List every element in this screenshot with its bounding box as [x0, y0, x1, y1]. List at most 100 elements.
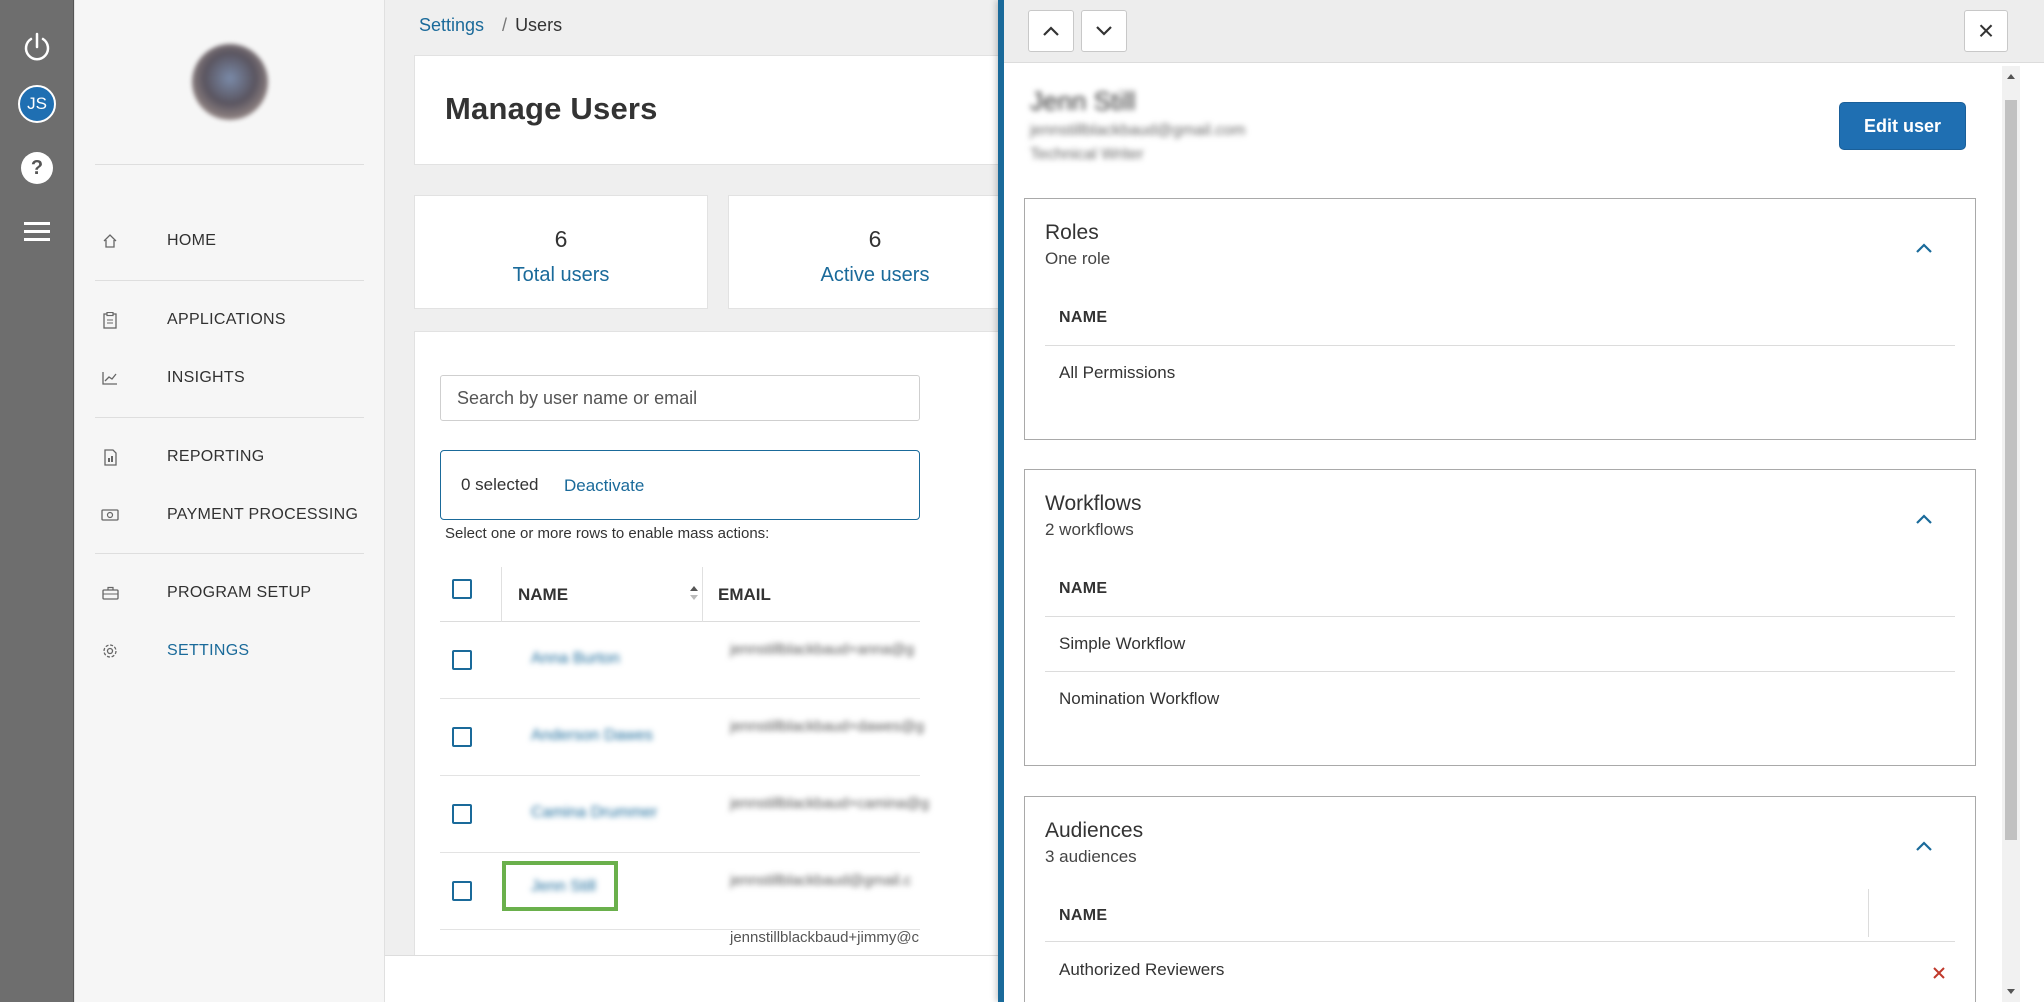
roles-section: Roles One role NAME All Permissions: [1024, 198, 1976, 440]
nav-item-reporting[interactable]: REPORTING: [95, 437, 364, 477]
stat-active-users: 6 Active users: [728, 195, 1022, 309]
scrollbar-thumb[interactable]: [2005, 100, 2017, 840]
flyout-header: ×: [1004, 0, 2044, 63]
user-name-link[interactable]: Jenn Still: [531, 878, 596, 896]
user-name-link[interactable]: Anna Burton: [531, 650, 620, 668]
table-row[interactable]: Camina Drummer jennstillblackbaud+camina…: [440, 777, 929, 853]
audiences-section: Audiences 3 audiences NAME Authorized Re…: [1024, 796, 1976, 1002]
user-email: jennstillblackbaud+jimmy@c: [730, 931, 920, 946]
workflows-section: Workflows 2 workflows NAME Simple Workfl…: [1024, 469, 1976, 766]
user-name-link[interactable]: Anderson Dawes: [531, 727, 653, 745]
nav-item-payment-processing[interactable]: PAYMENT PROCESSING: [95, 495, 364, 535]
home-icon: [101, 232, 119, 250]
workflow-item: Simple Workflow: [1059, 634, 1186, 653]
nav-item-label: APPLICATIONS: [167, 311, 286, 328]
section-subtitle: One role: [1045, 249, 1111, 268]
workflow-item: Nomination Workflow: [1059, 689, 1220, 708]
collapse-chevron-icon[interactable]: [1913, 835, 1935, 857]
delete-icon[interactable]: [1932, 966, 1946, 980]
mass-actions-hint: Select one or more rows to enable mass a…: [445, 525, 770, 542]
audience-item: Authorized Reviewers: [1059, 960, 1225, 979]
clipboard-icon: [101, 311, 119, 329]
user-full-name: Jenn Still: [1030, 86, 1136, 116]
section-title: Roles: [1045, 221, 1099, 244]
user-email: jennstillblackbaud+anna@g: [730, 641, 915, 658]
hamburger-menu-icon[interactable]: [18, 212, 56, 250]
user-email: jennstillblackbaud+camina@g: [730, 795, 930, 812]
nav-item-label: PAYMENT PROCESSING: [167, 506, 359, 523]
next-record-button[interactable]: [1081, 10, 1127, 52]
table-row[interactable]: Jenn Still jennstillblackbaud@gmail.c: [440, 854, 920, 930]
nav-item-label: SETTINGS: [167, 642, 250, 659]
role-item: All Permissions: [1059, 363, 1176, 382]
stat-label[interactable]: Total users: [415, 264, 707, 287]
page-title: Manage Users: [445, 91, 658, 126]
money-icon: [101, 506, 119, 524]
table-row[interactable]: Anna Burton jennstillblackbaud+anna@g: [440, 623, 920, 699]
nav-item-label: HOME: [167, 232, 217, 249]
divider: [1045, 671, 1955, 672]
row-checkbox[interactable]: [452, 881, 472, 901]
divider: [95, 417, 364, 418]
navigation-panel: HOME APPLICATIONS INSIGHTS REPORTING PAY…: [75, 0, 385, 1002]
users-list-card: 0 selected Deactivate Select one or more…: [414, 331, 1054, 971]
search-field[interactable]: [440, 375, 920, 421]
flyout-scrollbar[interactable]: [2002, 66, 2020, 1002]
column-divider: [1868, 889, 1869, 937]
nav-item-label: INSIGHTS: [167, 369, 245, 386]
user-details-flyout: × Jenn Still jennstillblackbaud@gmail.co…: [998, 0, 2044, 1002]
row-checkbox[interactable]: [452, 650, 472, 670]
select-all-checkbox[interactable]: [452, 579, 472, 599]
gear-icon: [101, 642, 119, 660]
collapse-chevron-icon[interactable]: [1913, 508, 1935, 530]
nav-item-label: PROGRAM SETUP: [167, 584, 312, 601]
section-title: Audiences: [1045, 819, 1144, 842]
collapse-chevron-icon[interactable]: [1913, 237, 1935, 259]
email-column-header[interactable]: EMAIL: [718, 585, 771, 605]
scroll-up-icon[interactable]: [2006, 72, 2016, 80]
breadcrumb: Settings / Users: [419, 15, 562, 36]
section-subtitle: 3 audiences: [1045, 847, 1137, 866]
row-checkbox[interactable]: [452, 727, 472, 747]
app-rail: JS ?: [0, 0, 74, 1002]
stat-value: 6: [868, 226, 882, 252]
column-header: NAME: [1059, 309, 1108, 326]
nav-item-label: REPORTING: [167, 448, 265, 465]
stat-label[interactable]: Active users: [729, 264, 1021, 287]
user-avatar[interactable]: JS: [18, 85, 56, 123]
divider: [95, 164, 364, 165]
user-name-link[interactable]: Camina Drummer: [531, 804, 657, 822]
previous-record-button[interactable]: [1028, 10, 1074, 52]
section-subtitle: 2 workflows: [1045, 520, 1134, 539]
chevron-down-icon: [1096, 26, 1112, 36]
table-row[interactable]: Anderson Dawes jennstillblackbaud+dawes@…: [440, 700, 924, 776]
help-icon[interactable]: ?: [21, 152, 53, 184]
nav-item-applications[interactable]: APPLICATIONS: [95, 300, 364, 340]
user-email: jennstillblackbaud+dawes@g: [730, 718, 925, 735]
table-header: NAME EMAIL: [440, 567, 920, 622]
scroll-down-icon[interactable]: [2006, 988, 2016, 996]
divider: [95, 280, 364, 281]
breadcrumb-separator: /: [502, 15, 508, 35]
section-title: Workflows: [1045, 492, 1142, 515]
stat-value: 6: [554, 226, 568, 252]
nav-item-settings[interactable]: SETTINGS: [95, 631, 364, 671]
column-header: NAME: [1059, 580, 1108, 597]
nav-item-insights[interactable]: INSIGHTS: [95, 358, 364, 398]
row-checkbox[interactable]: [452, 804, 472, 824]
divider: [1045, 345, 1955, 346]
nav-item-program-setup[interactable]: PROGRAM SETUP: [95, 573, 364, 613]
search-input[interactable]: [441, 376, 919, 420]
power-icon[interactable]: [18, 28, 56, 66]
edit-user-button[interactable]: Edit user: [1839, 102, 1966, 150]
close-button[interactable]: ×: [1964, 10, 2008, 52]
deactivate-button[interactable]: Deactivate: [564, 476, 644, 496]
nav-item-home[interactable]: HOME: [95, 221, 364, 261]
user-email: jennstillblackbaud@gmail.c: [730, 872, 912, 889]
breadcrumb-settings-link[interactable]: Settings: [419, 15, 484, 35]
sort-icon[interactable]: [688, 583, 700, 608]
divider: [1045, 616, 1955, 617]
name-column-header[interactable]: NAME: [518, 585, 568, 605]
column-divider: [702, 567, 703, 622]
user-email: jennstillblackbaud@gmail.com: [1030, 122, 1246, 139]
